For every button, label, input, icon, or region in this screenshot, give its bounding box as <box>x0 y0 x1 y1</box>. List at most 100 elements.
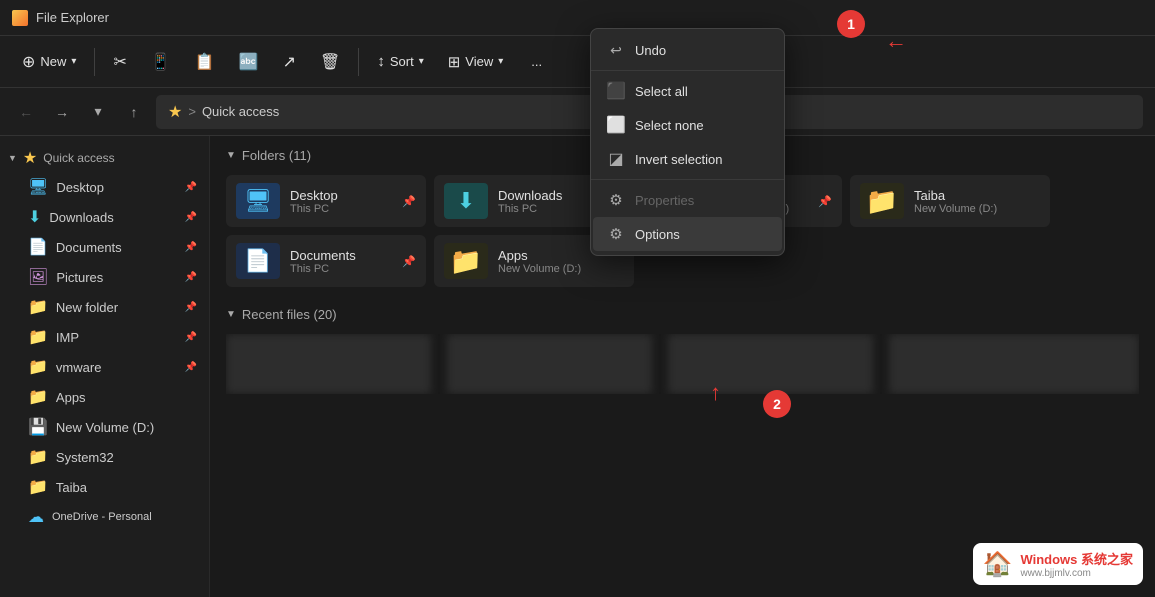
house-icon: 🏠 <box>983 550 1013 579</box>
invert-icon: ◪ <box>607 150 625 168</box>
sidebar-item-vmware[interactable]: 📁 vmware 📌 <box>4 352 205 382</box>
folders-chevron: ▼ <box>226 150 236 161</box>
forward-button[interactable]: → <box>48 98 76 126</box>
select-all-icon: ⬛ <box>607 82 625 100</box>
delete-button[interactable]: 🗑 <box>310 46 350 78</box>
folder-sys-icon: 📁 <box>28 447 48 467</box>
folder-card-documents[interactable]: 📄 Documents This PC 📌 <box>226 235 426 287</box>
folder-imp-icon: 📁 <box>28 327 48 347</box>
folder-name-doc: Documents <box>290 248 356 263</box>
file-thumb-4 <box>889 334 1139 394</box>
file-thumb-1 <box>226 334 431 394</box>
path-text: Quick access <box>202 104 279 119</box>
menu-item-select-none[interactable]: ⬜ Select none <box>593 108 782 142</box>
options-icon: ⚙ <box>607 225 625 243</box>
sidebar-item-onedrive[interactable]: ☁ OneDrive - Personal <box>4 502 205 532</box>
new-button[interactable]: ⊕ New ▾ <box>12 46 86 78</box>
menu-item-invert-selection[interactable]: ◪ Invert selection <box>593 142 782 176</box>
cloud-icon: ☁ <box>28 507 44 527</box>
file-thumb-2 <box>447 334 652 394</box>
folder-name-taiba: Taiba <box>914 188 997 203</box>
sidebar-item-downloads[interactable]: ⬇ Downloads 📌 <box>4 202 205 232</box>
chevron-view-icon: ▾ <box>498 56 503 67</box>
rename-icon: 🔤 <box>239 52 259 72</box>
sort-button[interactable]: ↕ Sort ▾ <box>367 47 433 76</box>
chevron-down-icon: ▾ <box>71 56 76 67</box>
pin-icon-pic: 📌 <box>185 272 197 283</box>
menu-item-select-all[interactable]: ⬛ Select all <box>593 74 782 108</box>
sidebar-item-new-volume[interactable]: 💾 New Volume (D:) <box>4 412 205 442</box>
share-button[interactable]: ↗ <box>273 46 306 78</box>
view-button[interactable]: ⊞ View ▾ <box>438 47 514 77</box>
quick-access-header[interactable]: ▼ ★ Quick access <box>0 144 209 172</box>
chevron-sort-icon: ▾ <box>419 56 424 67</box>
plus-icon: ⊕ <box>22 52 35 72</box>
app-icon <box>12 10 28 26</box>
phone-icon: 📱 <box>151 52 171 72</box>
up-button[interactable]: ↑ <box>120 98 148 126</box>
rename-button[interactable]: 🔤 <box>229 46 269 78</box>
pin-icon: 📌 <box>185 182 197 193</box>
toolbar: ⊕ New ▾ ✂ 📱 📋 🔤 ↗ 🗑 ↕ Sort ▾ ⊞ View ▾ ..… <box>0 36 1155 88</box>
desktop-thumb: 🖥 <box>236 183 280 219</box>
recent-section-header[interactable]: ▼ Recent files (20) <box>226 307 1139 322</box>
folders-title: Folders (11) <box>242 148 311 163</box>
folder-sub: This PC <box>290 203 338 215</box>
paste-button[interactable]: 📋 <box>185 46 225 78</box>
back-button[interactable]: ← <box>12 98 40 126</box>
menu-item-properties: ⚙ Properties <box>593 183 782 217</box>
title-text: File Explorer <box>36 10 109 25</box>
folder-name-apps: Apps <box>498 248 581 263</box>
clipboard-icon: 📋 <box>195 52 215 72</box>
undo-icon: ↩ <box>607 41 625 59</box>
sidebar-item-imp[interactable]: 📁 IMP 📌 <box>4 322 205 352</box>
sidebar-item-desktop[interactable]: 🖥 Desktop 📌 <box>4 172 205 202</box>
menu-divider-1 <box>591 70 784 71</box>
copy-phone-button[interactable]: 📱 <box>141 46 181 78</box>
context-menu: ↩ Undo ⬛ Select all ⬜ Select none ◪ Inve… <box>590 28 785 256</box>
pin-icon-nf: 📌 <box>185 302 197 313</box>
folder-card-desktop[interactable]: 🖥 Desktop This PC 📌 <box>226 175 426 227</box>
address-bar: ← → ▾ ↑ ★ > Quick access <box>0 88 1155 136</box>
chevron-down-icon: ▼ <box>8 153 17 163</box>
pin-badge: 📌 <box>402 195 416 208</box>
sidebar-item-documents[interactable]: 📄 Documents 📌 <box>4 232 205 262</box>
recent-title: Recent files (20) <box>242 307 337 322</box>
folder-sub-taiba: New Volume (D:) <box>914 203 997 215</box>
documents-icon: 📄 <box>28 237 48 257</box>
desktop-icon: 🖥 <box>28 177 48 197</box>
trash-icon: 🗑 <box>320 52 340 72</box>
apps-thumb: 📁 <box>444 243 488 279</box>
star-icon: ★ <box>168 102 182 122</box>
file-thumb-3 <box>668 334 873 394</box>
share-icon: ↗ <box>283 52 296 72</box>
folder-sub-apps: New Volume (D:) <box>498 263 581 275</box>
folder-apps-icon: 📁 <box>28 387 48 407</box>
menu-item-undo[interactable]: ↩ Undo <box>593 33 782 67</box>
folder-vmware-icon: 📁 <box>28 357 48 377</box>
folder-sub-dl: This PC <box>498 203 562 215</box>
annotation-badge-2: 2 <box>763 390 791 418</box>
folder-taiba-icon: 📁 <box>28 477 48 497</box>
watermark: 🏠 Windows 系统之家 www.bjjmlv.com <box>973 543 1143 585</box>
recent-files-row <box>226 334 1139 394</box>
sidebar-item-apps[interactable]: 📁 Apps <box>4 382 205 412</box>
main-layout: ▼ ★ Quick access 🖥 Desktop 📌 ⬇ Downloads… <box>0 136 1155 597</box>
watermark-title: Windows 系统之家 <box>1020 549 1133 568</box>
sidebar-item-system32[interactable]: 📁 System32 <box>4 442 205 472</box>
sidebar: ▼ ★ Quick access 🖥 Desktop 📌 ⬇ Downloads… <box>0 136 210 597</box>
downloads-thumb: ⬇ <box>444 183 488 219</box>
menu-item-options[interactable]: ⚙ Options <box>593 217 782 251</box>
toolbar-separator-2 <box>358 48 359 76</box>
sidebar-item-pictures[interactable]: 🖼 Pictures 📌 <box>4 262 205 292</box>
sidebar-item-new-folder[interactable]: 📁 New folder 📌 <box>4 292 205 322</box>
recent-locations-button[interactable]: ▾ <box>84 98 112 126</box>
sidebar-item-taiba[interactable]: 📁 Taiba <box>4 472 205 502</box>
folder-card-taiba[interactable]: 📁 Taiba New Volume (D:) <box>850 175 1050 227</box>
drive-icon: 💾 <box>28 417 48 437</box>
pin-icon-dl: 📌 <box>185 212 197 223</box>
pin-icon-doc: 📌 <box>185 242 197 253</box>
cut-button[interactable]: ✂ <box>103 46 136 78</box>
more-button[interactable]: ... <box>521 48 552 75</box>
pin-icon-vm: 📌 <box>185 362 197 373</box>
